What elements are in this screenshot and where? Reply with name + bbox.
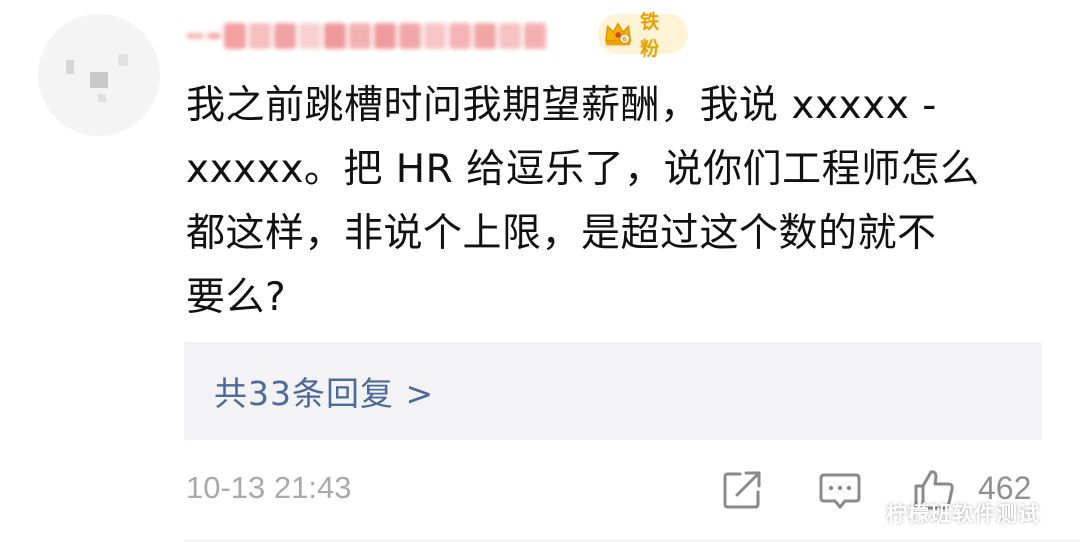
comment-timestamp: 10-13 21:43 — [186, 470, 352, 505]
replies-box[interactable]: 共33条回复 > — [184, 342, 1042, 440]
comment-body: 我之前跳槽时问我期望薪酬，我说 xxxxx - xxxxx。把 HR 给逗乐了，… — [186, 83, 980, 320]
avatar[interactable] — [38, 14, 160, 136]
svg-text:6: 6 — [622, 36, 627, 44]
view-replies-link[interactable]: 共33条回复 > — [214, 367, 434, 415]
fan-badge: 6 铁粉 — [598, 11, 688, 60]
comment-icon[interactable] — [816, 466, 864, 514]
crown-icon: 6 — [604, 22, 632, 46]
watermark: 柠檬班软件测试 — [886, 502, 1040, 526]
fan-badge-label: 铁粉 — [640, 11, 661, 60]
share-icon[interactable] — [718, 466, 766, 514]
username-blurred[interactable] — [186, 16, 588, 56]
divider — [184, 540, 1080, 541]
